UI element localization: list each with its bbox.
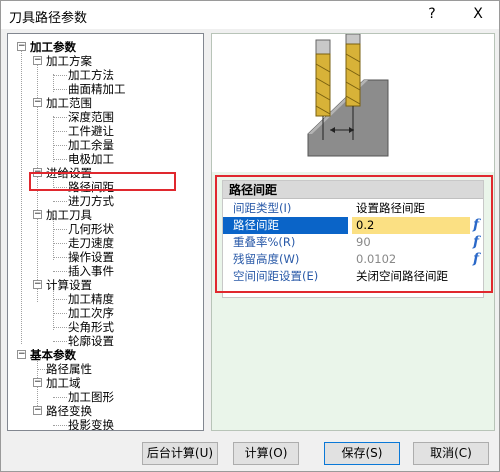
calc-button[interactable]: 计算(O)	[233, 442, 299, 465]
tree-node-operation-settings[interactable]: 操作设置	[68, 250, 114, 264]
close-button[interactable]: X	[463, 3, 493, 25]
title-bar: 刀具路径参数 ? X	[1, 1, 499, 29]
tree-node-depth-range[interactable]: 深度范围	[68, 110, 114, 124]
tree-node-machining-precision[interactable]: 加工精度	[68, 292, 114, 306]
help-button[interactable]: ?	[417, 3, 447, 25]
param-tree[interactable]: − 加工参数 − 加工方案 加工方法 曲面精加工 − 加工范围 深度范围 工件避…	[7, 33, 204, 431]
collapse-icon[interactable]: −	[17, 350, 26, 359]
tree-node-geometry[interactable]: 几何形状	[68, 222, 114, 236]
tree-node-machining-scheme[interactable]: 加工方案	[46, 54, 92, 68]
collapse-icon[interactable]: −	[33, 56, 42, 65]
tree-node-machining-graphics[interactable]: 加工图形	[68, 390, 114, 404]
tree-node-machining-domain[interactable]: 加工域	[46, 376, 81, 390]
tree-node-projection-transform[interactable]: 投影变换	[68, 418, 114, 430]
tree-node-basic-params[interactable]: 基本参数	[30, 348, 76, 362]
cancel-button[interactable]: 取消(C)	[413, 442, 489, 465]
path-spacing-illustration	[212, 33, 494, 172]
tree-node-calc-settings[interactable]: 计算设置	[46, 278, 92, 292]
collapse-icon[interactable]: −	[17, 42, 26, 51]
tree-node-machining-method[interactable]: 加工方法	[68, 68, 114, 82]
highlight-box-tree	[29, 172, 176, 191]
tree-node-curved-finishing[interactable]: 曲面精加工	[68, 82, 126, 96]
collapse-icon[interactable]: −	[33, 98, 42, 107]
tree-node-corner-form[interactable]: 尖角形式	[68, 320, 114, 334]
tree-node-path-transform[interactable]: 路径变换	[46, 404, 92, 418]
tool-path-params-dialog: 刀具路径参数 ? X − 加工参数 − 加工方案 加工方法 曲面精加工 − 加工…	[0, 0, 500, 472]
tree-node-feed-speed[interactable]: 走刀速度	[68, 236, 114, 250]
dialog-title: 刀具路径参数	[9, 11, 88, 26]
tree-node-workpiece-avoidance[interactable]: 工件避让	[68, 124, 114, 138]
collapse-icon[interactable]: −	[33, 210, 42, 219]
collapse-icon[interactable]: −	[33, 378, 42, 387]
tree-node-insert-event[interactable]: 插入事件	[68, 264, 114, 278]
tree-node-machining-range[interactable]: 加工范围	[46, 96, 92, 110]
save-button[interactable]: 保存(S)	[324, 442, 400, 465]
collapse-icon[interactable]: −	[33, 406, 42, 415]
tree-node-path-attributes[interactable]: 路径属性	[46, 362, 92, 376]
background-calc-button[interactable]: 后台计算(U)	[142, 442, 218, 465]
tree-node-contour-settings[interactable]: 轮廓设置	[68, 334, 114, 348]
tree-node-electrode-machining[interactable]: 电极加工	[68, 152, 114, 166]
tree-node-machining-params[interactable]: 加工参数	[30, 40, 76, 54]
tree-node-machining-tool[interactable]: 加工刀具	[46, 208, 92, 222]
tree-node-machining-order[interactable]: 加工次序	[68, 306, 114, 320]
tree-node-feed-mode[interactable]: 进刀方式	[68, 194, 114, 208]
highlight-box-params	[215, 175, 493, 293]
tree-node-machining-allowance[interactable]: 加工余量	[68, 138, 114, 152]
collapse-icon[interactable]: −	[33, 280, 42, 289]
